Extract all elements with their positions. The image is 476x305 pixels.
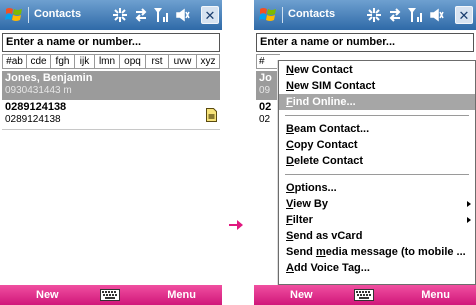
title-separator <box>28 7 29 23</box>
contacts-screen-before: Contacts ✕ Enter a name or number... #ab… <box>0 0 222 305</box>
access-key: C <box>286 139 294 151</box>
volume-icon <box>176 8 190 22</box>
menu-item-copy-contact[interactable]: Copy Contact <box>279 137 475 153</box>
menu-softkey[interactable]: Menu <box>167 289 196 301</box>
menu-softkey[interactable]: Menu <box>421 289 450 301</box>
access-key: N <box>286 64 294 76</box>
submenu-arrow-icon <box>467 201 471 207</box>
title-separator <box>282 7 283 23</box>
close-button[interactable]: ✕ <box>201 6 219 24</box>
windows-start-icon[interactable] <box>4 5 24 25</box>
status-icons[interactable] <box>112 6 198 24</box>
access-key: N <box>286 80 294 92</box>
close-button[interactable]: ✕ <box>455 6 473 24</box>
menu-item-label: ptions... <box>294 182 337 194</box>
volume-icon <box>430 8 444 22</box>
menu-item-beam-contact[interactable]: Beam Contact... <box>279 121 475 137</box>
menu-item-new-contact[interactable]: New Contact <box>279 62 475 78</box>
menu-item-label: ew SIM Contact <box>293 80 376 92</box>
signal-strength-icon <box>154 8 168 22</box>
alpha-tab[interactable]: xyz <box>197 55 219 68</box>
alpha-tab[interactable]: # <box>257 55 279 68</box>
contact-row[interactable]: Jones, Benjamin 0930431443 m <box>2 71 220 100</box>
access-key: m <box>315 246 326 258</box>
data-connection-icon <box>389 8 401 22</box>
menu-item-label: ew Contact <box>293 64 353 76</box>
menu-item-label: ind Online... <box>292 96 356 108</box>
menu-item-find-online[interactable]: Find Online... <box>279 94 475 110</box>
access-key: F <box>286 214 293 226</box>
sim-card-icon <box>206 108 217 122</box>
alpha-tab[interactable]: fgh <box>51 55 75 68</box>
app-title: Contacts <box>34 8 82 20</box>
access-key: O <box>286 182 295 194</box>
access-key: A <box>286 262 294 274</box>
access-key: D <box>286 155 294 167</box>
contact-name: Jo <box>259 72 272 84</box>
bluetooth-activity-icon <box>113 8 127 22</box>
menu-item-label: end as vCard <box>293 230 363 242</box>
right-arrow-icon <box>229 220 243 230</box>
keyboard-icon[interactable] <box>354 289 374 301</box>
data-connection-icon <box>135 8 147 22</box>
contact-row[interactable]: 0289124138 0289124138 <box>2 100 220 129</box>
submenu-arrow-icon <box>467 217 471 223</box>
access-key: F <box>286 96 293 108</box>
menu-item-filter[interactable]: Filter <box>279 212 475 228</box>
title-bar: Contacts ✕ <box>0 0 222 30</box>
menu-item-add-voice-tag[interactable]: Add Voice Tag... <box>279 260 475 276</box>
alpha-tab[interactable]: lmn <box>95 55 120 68</box>
signal-strength-icon <box>408 8 422 22</box>
new-softkey[interactable]: New <box>290 289 313 301</box>
contact-detail: 02 <box>259 114 271 125</box>
menu-item-view-by[interactable]: View By <box>279 196 475 212</box>
windows-start-icon[interactable] <box>258 5 278 25</box>
contact-row[interactable]: 02 02 <box>256 100 278 129</box>
menu-item-label-prefix: Send <box>286 246 316 258</box>
search-input[interactable]: Enter a name or number... <box>2 33 220 52</box>
soft-key-bar: New Menu <box>254 285 476 305</box>
contacts-screen-menu-open: Contacts ✕ Enter a name or number... # J… <box>254 0 476 305</box>
new-softkey[interactable]: New <box>36 289 59 301</box>
keyboard-icon[interactable] <box>100 289 120 301</box>
bluetooth-activity-icon <box>367 8 381 22</box>
app-title: Contacts <box>288 8 336 20</box>
contact-detail: 0289124138 <box>5 114 61 125</box>
menu-item-new-sim-contact[interactable]: New SIM Contact <box>279 78 475 94</box>
menu-item-options[interactable]: Options... <box>279 180 475 196</box>
contact-detail: 09 <box>259 85 271 96</box>
menu-item-send-vcard[interactable]: Send as vCard <box>279 228 475 244</box>
alpha-tab[interactable]: uvw <box>169 55 197 68</box>
menu-item-delete-contact[interactable]: Delete Contact <box>279 153 475 169</box>
search-input[interactable]: Enter a name or number... <box>256 33 474 52</box>
contact-row[interactable]: Jo 09 <box>256 71 278 100</box>
alpha-tab[interactable]: cde <box>27 55 51 68</box>
access-key: B <box>286 123 294 135</box>
menu-separator <box>285 115 469 116</box>
alpha-tab[interactable]: rst <box>146 55 169 68</box>
soft-key-bar: New Menu <box>0 285 222 305</box>
alphabet-tabs: # <box>256 54 280 69</box>
alpha-tab[interactable]: #ab <box>3 55 27 68</box>
menu-item-label: eam Contact... <box>293 123 370 135</box>
contact-name: 02 <box>259 101 272 113</box>
row-divider <box>2 129 220 130</box>
alpha-tab[interactable]: opq <box>120 55 146 68</box>
contact-detail: 0930431443 m <box>5 85 72 96</box>
menu-item-send-media-message[interactable]: Send media message (to mobile ... <box>279 244 475 260</box>
menu-item-label: dd Voice Tag... <box>293 262 370 274</box>
menu-item-label: iew By <box>293 198 328 210</box>
status-icons[interactable] <box>366 6 452 24</box>
contact-name: 0289124138 <box>5 101 67 113</box>
alpha-tab[interactable]: ijk <box>75 55 95 68</box>
menu-item-label: ilter <box>292 214 313 226</box>
menu-separator <box>285 174 469 175</box>
contact-name: Jones, Benjamin <box>5 72 93 84</box>
context-menu: New Contact New SIM Contact Find Online.… <box>278 60 476 285</box>
menu-item-label: elete Contact <box>293 155 364 167</box>
menu-item-label: opy Contact <box>293 139 358 151</box>
menu-item-label: edia message (to mobile ... <box>325 246 466 258</box>
title-bar: Contacts ✕ <box>254 0 476 30</box>
alphabet-tabs: #ab cde fgh ijk lmn opq rst uvw xyz <box>2 54 220 69</box>
